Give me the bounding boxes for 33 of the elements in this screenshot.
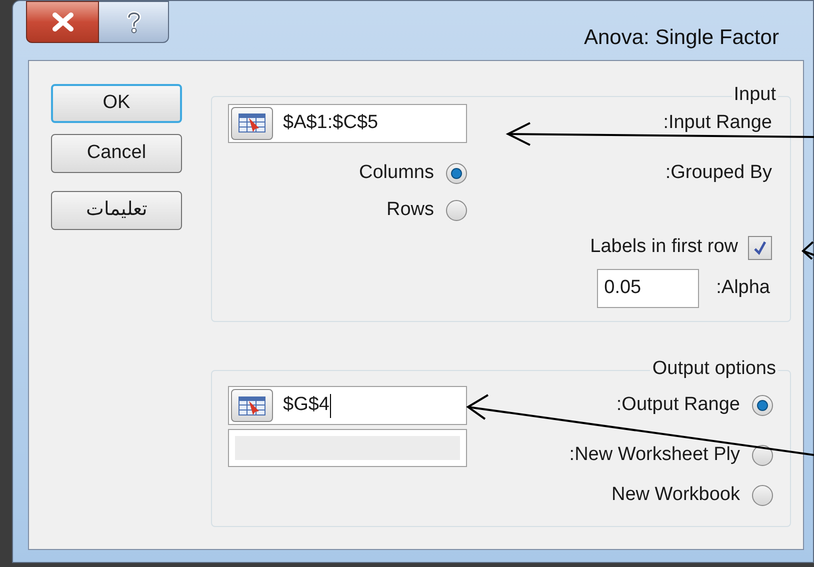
option-label: :New Worksheet Ply [569, 442, 740, 467]
range-select-icon [237, 112, 267, 134]
help-icon [124, 10, 142, 34]
check-icon [752, 240, 768, 256]
option-label: New Workbook [612, 482, 740, 507]
field-label: :Input Range [663, 112, 773, 132]
range-select-icon [237, 394, 267, 416]
range-field[interactable]: $A$1:$C$5 [228, 104, 467, 142]
group-legend: Output options [650, 357, 778, 381]
range-select-button[interactable] [231, 389, 273, 422]
radio-button[interactable] [752, 394, 773, 416]
checkbox-label: Labels in first row [590, 235, 738, 260]
option-label: :Output Range [616, 392, 740, 417]
close-button[interactable] [26, 1, 99, 43]
help-button[interactable] [99, 1, 169, 43]
pointer-arrow [802, 241, 814, 260]
alpha-field[interactable]: 0.05 [597, 269, 700, 308]
radio-button[interactable] [752, 444, 773, 466]
window-title: Anova: Single Factor [584, 25, 779, 51]
range-select-button[interactable] [231, 106, 273, 140]
close-icon [50, 12, 74, 32]
option-label: Rows [386, 198, 434, 222]
radio-button[interactable] [752, 484, 773, 506]
radio-button[interactable] [446, 200, 467, 221]
field-label: :Alpha [716, 276, 770, 300]
radio-button[interactable] [446, 163, 467, 184]
field-label: :Grouped By [665, 161, 772, 186]
checkbox[interactable] [748, 236, 772, 260]
option-label: Columns [359, 161, 434, 186]
dialog-button[interactable]: تعليمات [51, 191, 182, 230]
dialog-button[interactable]: Cancel [51, 134, 182, 173]
range-field[interactable]: $G$4 [228, 386, 467, 425]
dialog-button[interactable]: OK [51, 84, 182, 123]
